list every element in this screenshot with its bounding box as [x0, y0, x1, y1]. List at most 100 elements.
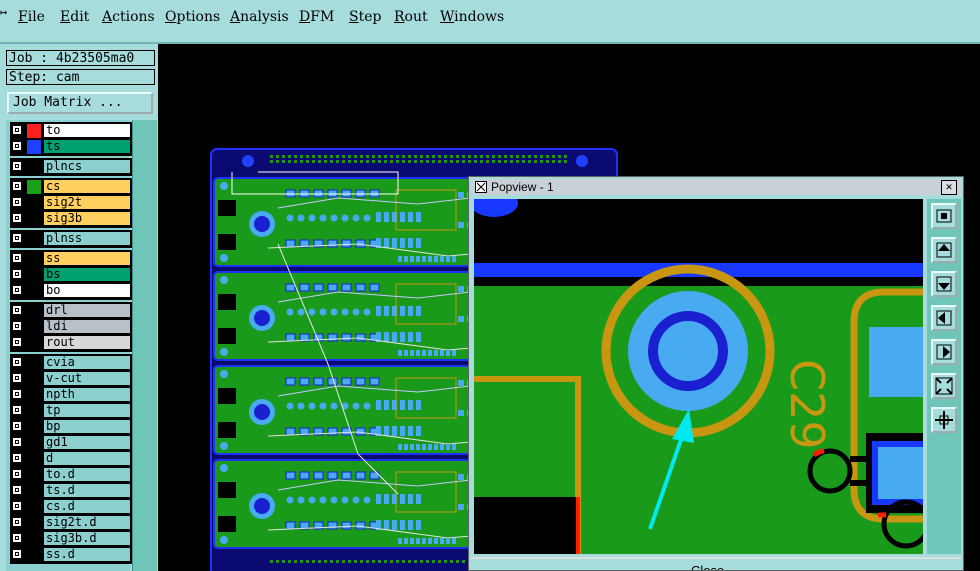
layer-checkbox[interactable]	[12, 501, 22, 511]
layer-checkbox[interactable]	[12, 213, 22, 223]
layer-row[interactable]: drl	[10, 303, 132, 319]
layer-name[interactable]: cs.d	[43, 499, 131, 514]
close-button[interactable]: Close	[691, 563, 724, 570]
job-matrix-button[interactable]: Job Matrix ...	[7, 92, 153, 114]
layer-checkbox[interactable]	[12, 321, 22, 331]
pan-left-icon[interactable]	[931, 305, 957, 331]
layer-row[interactable]: rout	[10, 335, 132, 351]
layer-row[interactable]: sig2t.d	[10, 515, 132, 531]
layer-row[interactable]: ts	[10, 139, 132, 155]
zoom-fit-icon[interactable]	[931, 203, 957, 229]
layer-name[interactable]: ldi	[43, 319, 131, 334]
layer-name[interactable]: ts	[43, 139, 131, 154]
layer-checkbox[interactable]	[12, 517, 22, 527]
layer-checkbox[interactable]	[12, 485, 22, 495]
layer-checkbox[interactable]	[12, 233, 22, 243]
layer-checkbox[interactable]	[12, 285, 22, 295]
popview-zoom-view[interactable]: C29	[474, 199, 923, 554]
layer-checkbox[interactable]	[12, 181, 22, 191]
layer-row[interactable]: bs	[10, 267, 132, 283]
layer-name[interactable]: tp	[43, 403, 131, 418]
layer-checkbox[interactable]	[12, 437, 22, 447]
layer-row[interactable]: plncs	[10, 159, 132, 175]
layer-row[interactable]: sig2t	[10, 195, 132, 211]
layer-name[interactable]: sig3b	[43, 211, 131, 226]
layer-name[interactable]: sig2t.d	[43, 515, 131, 530]
layer-name[interactable]: rout	[43, 335, 131, 350]
layer-row[interactable]: ts.d	[10, 483, 132, 499]
layer-row[interactable]: bo	[10, 283, 132, 299]
layer-name[interactable]: cs	[43, 179, 131, 194]
menu-step[interactable]: Step	[349, 9, 381, 25]
layer-list-scrollbar[interactable]	[132, 120, 157, 571]
layer-name[interactable]: drl	[43, 303, 131, 318]
layer-name[interactable]: plncs	[43, 159, 131, 174]
close-icon[interactable]: ✕	[941, 180, 957, 195]
layer-row[interactable]: npth	[10, 387, 132, 403]
layer-name[interactable]: cvia	[43, 355, 131, 370]
layer-name[interactable]: bs	[43, 267, 131, 282]
layer-row[interactable]: ss	[10, 251, 132, 267]
layer-name[interactable]: gd1	[43, 435, 131, 450]
layer-row[interactable]: v-cut	[10, 371, 132, 387]
layer-checkbox[interactable]	[12, 533, 22, 543]
layer-name[interactable]: to	[43, 123, 131, 138]
layer-row[interactable]: ss.d	[10, 547, 132, 563]
layer-checkbox[interactable]	[12, 469, 22, 479]
layer-checkbox[interactable]	[12, 269, 22, 279]
layer-name[interactable]: d	[43, 451, 131, 466]
zoom-in-icon[interactable]	[931, 407, 957, 433]
layer-row[interactable]: cs	[10, 179, 132, 195]
layer-checkbox[interactable]	[12, 305, 22, 315]
layer-checkbox[interactable]	[12, 141, 22, 151]
layer-name[interactable]: sig2t	[43, 195, 131, 210]
layer-checkbox[interactable]	[12, 337, 22, 347]
pan-down-icon[interactable]	[931, 271, 957, 297]
menu-options[interactable]: Options	[165, 9, 220, 25]
layer-checkbox[interactable]	[12, 197, 22, 207]
layer-checkbox[interactable]	[12, 389, 22, 399]
menu-rout[interactable]: Rout	[394, 9, 428, 25]
layer-checkbox[interactable]	[12, 421, 22, 431]
layer-row[interactable]: ldi	[10, 319, 132, 335]
layer-name[interactable]: npth	[43, 387, 131, 402]
layer-name[interactable]: ts.d	[43, 483, 131, 498]
layer-row[interactable]: cs.d	[10, 499, 132, 515]
layer-name[interactable]: to.d	[43, 467, 131, 482]
zoom-out-icon[interactable]	[931, 373, 957, 399]
layer-checkbox[interactable]	[12, 253, 22, 263]
layer-name[interactable]: ss	[43, 251, 131, 266]
menu-analysis[interactable]: Analysis	[230, 9, 289, 25]
menu-dfm[interactable]: DFM	[299, 9, 334, 25]
layer-name[interactable]: v-cut	[43, 371, 131, 386]
menu-file[interactable]: File	[18, 9, 45, 25]
menu-actions[interactable]: Actions	[102, 9, 155, 25]
popview-titlebar[interactable]: Popview - 1 ✕	[471, 179, 961, 195]
layer-row[interactable]: bp	[10, 419, 132, 435]
layer-checkbox[interactable]	[12, 549, 22, 559]
layer-checkbox[interactable]	[12, 125, 22, 135]
layer-checkbox[interactable]	[12, 161, 22, 171]
layer-row[interactable]: sig3b	[10, 211, 132, 227]
layer-row[interactable]: sig3b.d	[10, 531, 132, 547]
layer-checkbox[interactable]	[12, 405, 22, 415]
layer-checkbox[interactable]	[12, 357, 22, 367]
layer-row[interactable]: tp	[10, 403, 132, 419]
layer-name[interactable]: sig3b.d	[43, 531, 131, 546]
layer-row[interactable]: cvia	[10, 355, 132, 371]
layer-checkbox[interactable]	[12, 373, 22, 383]
pan-up-icon[interactable]	[931, 237, 957, 263]
layer-row[interactable]: gd1	[10, 435, 132, 451]
layer-row[interactable]: plnss	[10, 231, 132, 247]
layer-row[interactable]: to	[10, 123, 132, 139]
pan-right-icon[interactable]	[931, 339, 957, 365]
layer-name[interactable]: plnss	[43, 231, 131, 246]
layer-name[interactable]: ss.d	[43, 547, 131, 562]
layer-row[interactable]: d	[10, 451, 132, 467]
menu-edit[interactable]: Edit	[60, 9, 89, 25]
layer-name[interactable]: bo	[43, 283, 131, 298]
layer-checkbox[interactable]	[12, 453, 22, 463]
layer-row[interactable]: to.d	[10, 467, 132, 483]
menu-windows[interactable]: Windows	[440, 9, 504, 25]
layer-name[interactable]: bp	[43, 419, 131, 434]
